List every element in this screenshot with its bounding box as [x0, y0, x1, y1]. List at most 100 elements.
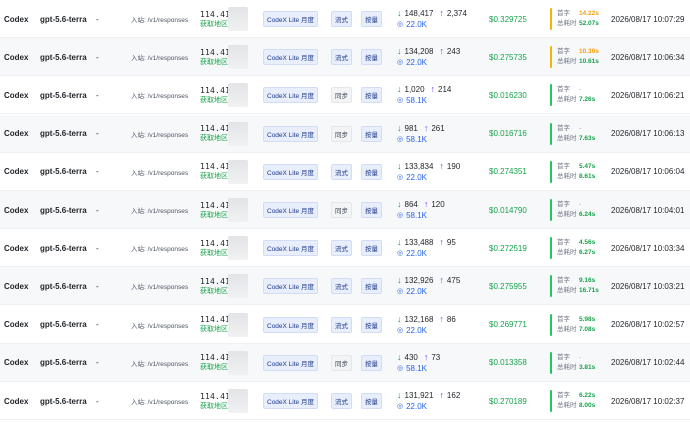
database-icon: ◎ — [397, 364, 404, 372]
table-row[interactable]: Codex gpt-5.6-terra - 入站: /v1/responses … — [0, 38, 690, 77]
client-ip-cell: 114.41 获取地区 — [200, 344, 230, 382]
table-row[interactable]: Codex gpt-5.6-terra - 入站: /v1/responses … — [0, 76, 690, 115]
get-region-link[interactable]: 获取地区 — [200, 287, 228, 297]
get-region-link[interactable]: 获取地区 — [200, 363, 228, 373]
client-ip: 114.41 — [200, 47, 231, 57]
billing-badge: 按量 — [361, 316, 382, 333]
get-region-link[interactable]: 获取地区 — [200, 211, 228, 221]
database-icon: ◎ — [397, 135, 404, 143]
mode-badge: 流式 — [331, 163, 352, 180]
get-region-link[interactable]: 获取地区 — [200, 402, 228, 412]
client-ip-cell: 114.41 获取地区 — [200, 229, 230, 267]
client-ip-cell: 114.41 获取地区 — [200, 191, 230, 229]
endpoint-cell: 入站: /v1/responses — [131, 169, 189, 177]
table-row[interactable]: Codex gpt-5.6-terra - 入站: /v1/responses … — [0, 343, 690, 382]
latency-indicator-bar — [550, 275, 552, 298]
get-region-link[interactable]: 获取地区 — [200, 58, 228, 68]
first-token-label: 首字 — [557, 10, 570, 17]
first-token-value: - — [579, 86, 582, 94]
redacted-ip-suffix — [228, 350, 248, 375]
cost-cell: $0.275735 — [489, 52, 527, 62]
arrow-up-icon: ↑ — [439, 46, 444, 57]
table-row[interactable]: Codex gpt-5.6-terra - 入站: /v1/responses … — [0, 267, 690, 306]
endpoint-cell: 入站: /v1/responses — [131, 360, 189, 368]
timestamp-cell: 2026/08/17 10:06:13 — [611, 129, 685, 139]
billing-cell: 按量 — [361, 191, 382, 229]
plan-cell: CodeX Lite 月度 — [263, 76, 318, 114]
table-row[interactable]: Codex gpt-5.6-terra - 入站: /v1/responses … — [0, 152, 690, 191]
provider-cell: Codex — [4, 90, 29, 100]
group-cell: - — [96, 90, 99, 100]
model-cell: gpt-5.6-terra — [40, 358, 87, 368]
endpoint-cell: 入站: /v1/responses — [131, 93, 189, 101]
input-tokens: 132,168 — [404, 314, 434, 324]
total-time-value: 6.24s — [579, 211, 596, 218]
timing-cell: 首字 5.47s 总耗时 8.61s — [550, 153, 595, 191]
table-row[interactable]: Codex gpt-5.6-terra - 入站: /v1/responses … — [0, 305, 690, 344]
client-ip-cell: 114.41 获取地区 — [200, 0, 230, 38]
database-icon: ◎ — [397, 326, 404, 334]
mode-cell: 流式 — [331, 267, 352, 305]
table-row[interactable]: Codex gpt-5.6-terra - 入站: /v1/responses … — [0, 382, 690, 420]
cache-tokens: 22.0K — [406, 249, 428, 259]
billing-cell: 按量 — [361, 382, 382, 420]
timestamp-cell: 2026/08/17 10:03:34 — [611, 243, 685, 253]
billing-cell: 按量 — [361, 306, 382, 344]
latency-indicator-bar — [550, 84, 552, 107]
billing-badge: 按量 — [361, 354, 382, 371]
group-cell: - — [96, 396, 99, 406]
first-token-value: - — [579, 124, 582, 132]
billing-badge: 按量 — [361, 202, 382, 218]
mode-badge: 流式 — [331, 49, 352, 66]
get-region-link[interactable]: 获取地区 — [200, 249, 228, 259]
tokens-cell: ↓ 133,834 ↑ 190 ◎ 22.0K — [397, 153, 460, 191]
arrow-up-icon: ↑ — [439, 237, 444, 248]
client-ip-cell: 114.41 获取地区 — [200, 76, 230, 114]
model-cell: gpt-5.6-terra — [40, 243, 87, 253]
arrow-up-icon: ↑ — [439, 160, 444, 171]
billing-badge: 按量 — [361, 163, 382, 180]
client-ip: 114.41 — [200, 238, 231, 248]
latency-indicator-bar — [550, 160, 552, 183]
timing-cell: 首字 4.56s 总耗时 6.27s — [550, 229, 595, 267]
provider-cell: Codex — [4, 281, 29, 291]
timing-cell: 首字 14.22s 总耗时 52.07s — [550, 0, 599, 38]
table-row[interactable]: Codex gpt-5.6-terra - 入站: /v1/responses … — [0, 191, 690, 229]
first-token-label: 首字 — [557, 86, 570, 94]
mode-badge: 流式 — [331, 316, 352, 333]
usage-log-table: Codex gpt-5.6-terra - 入站: /v1/responses … — [0, 0, 690, 422]
model-cell: gpt-5.6-terra — [40, 396, 87, 406]
database-icon: ◎ — [397, 250, 404, 258]
get-region-link[interactable]: 获取地区 — [200, 134, 228, 144]
timing-cell: 首字 - 总耗时 6.24s — [550, 191, 595, 229]
endpoint-cell: 入站: /v1/responses — [131, 131, 189, 139]
billing-cell: 按量 — [361, 229, 382, 267]
latency-indicator-bar — [550, 390, 552, 412]
timestamp-cell: 2026/08/17 10:06:34 — [611, 52, 685, 62]
get-region-link[interactable]: 获取地区 — [200, 96, 228, 106]
timing-cell: 首字 6.22s 总耗时 8.00s — [550, 382, 595, 420]
cost-cell: $0.013358 — [489, 358, 527, 368]
first-token-value: 9.16s — [579, 277, 596, 285]
first-token-label: 首字 — [557, 353, 570, 361]
mode-badge: 同步 — [331, 354, 352, 371]
get-region-link[interactable]: 获取地区 — [200, 325, 228, 335]
redacted-ip-suffix — [228, 312, 248, 337]
get-region-link[interactable]: 获取地区 — [200, 20, 228, 30]
tokens-cell: ↓ 1,020 ↑ 214 ◎ 58.1K — [397, 76, 451, 114]
get-region-link[interactable]: 获取地区 — [200, 172, 228, 182]
mode-cell: 流式 — [331, 306, 352, 344]
first-token-label: 首字 — [557, 315, 570, 323]
table-row[interactable]: Codex gpt-5.6-terra - 入站: /v1/responses … — [0, 229, 690, 268]
input-tokens: 430 — [404, 352, 418, 362]
output-tokens: 243 — [446, 47, 461, 57]
table-row[interactable]: Codex gpt-5.6-terra - 入站: /v1/responses … — [0, 0, 690, 38]
mode-cell: 流式 — [331, 382, 352, 420]
billing-cell: 按量 — [361, 153, 382, 191]
total-time-value: 6.27s — [579, 249, 596, 257]
first-token-value: 14.22s — [579, 10, 599, 17]
mode-badge: 流式 — [331, 278, 352, 295]
first-token-value: - — [579, 353, 582, 361]
table-row[interactable]: Codex gpt-5.6-terra - 入站: /v1/responses … — [0, 114, 690, 153]
model-cell: gpt-5.6-terra — [40, 320, 87, 330]
